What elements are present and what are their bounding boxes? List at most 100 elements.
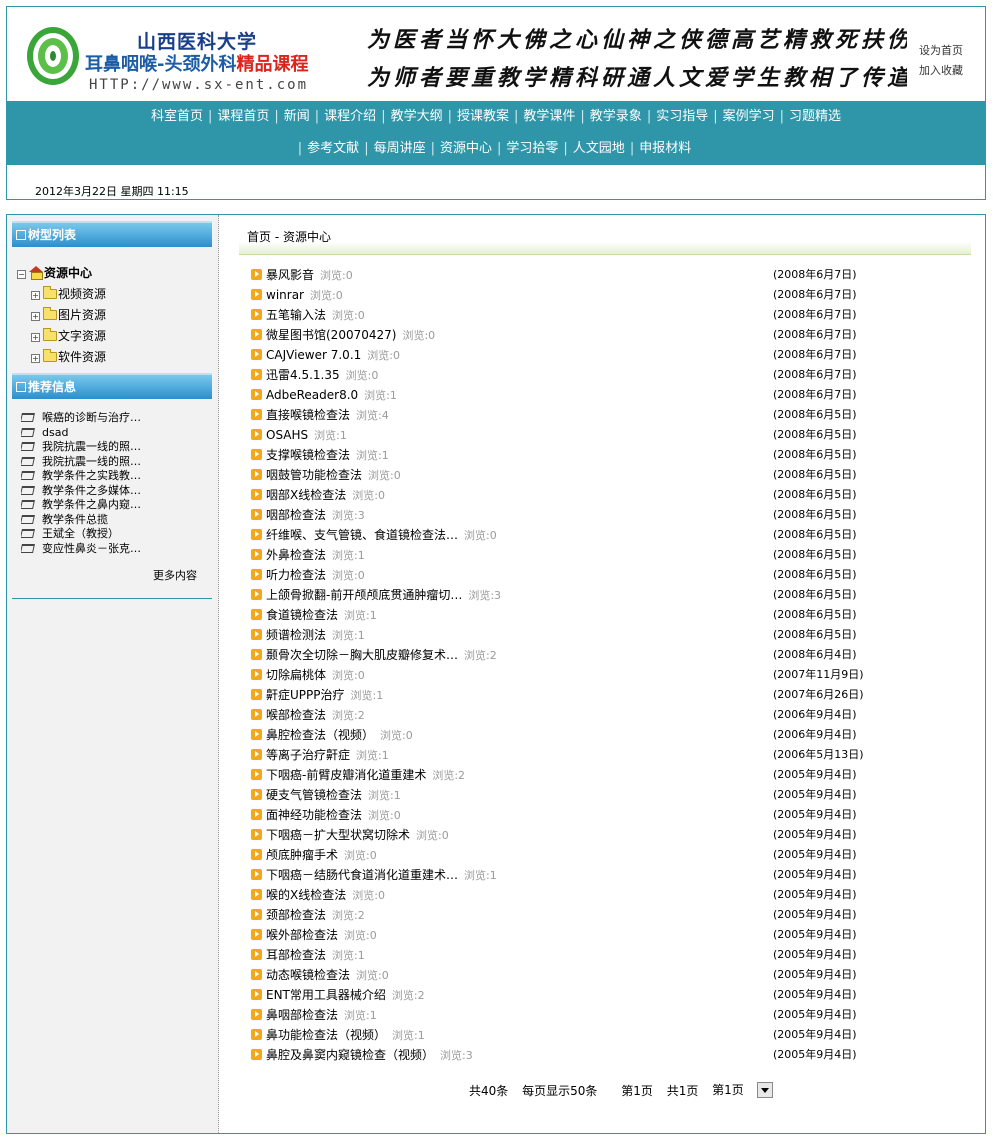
resource-title-link[interactable]: 切除扁桃体 xyxy=(266,668,326,682)
recommend-item-label[interactable]: 王斌全（教授） xyxy=(42,527,119,540)
add-favorite-link[interactable]: 加入收藏 xyxy=(919,61,981,81)
nav-item[interactable]: 申报材料 xyxy=(635,141,695,156)
nav-item[interactable]: 授课教案 xyxy=(453,109,513,124)
tree-item[interactable]: + 文字资源 xyxy=(17,326,106,347)
resource-title-link[interactable]: 颅底肿瘤手术 xyxy=(266,848,338,862)
tree-item[interactable]: + 视频资源 xyxy=(17,284,106,305)
more-content-link[interactable]: 更多内容 xyxy=(153,567,197,583)
resource-title-link[interactable]: 面神经功能检查法 xyxy=(266,808,362,822)
resource-title-link[interactable]: 咽部X线检查法 xyxy=(266,488,346,502)
resource-title-link[interactable]: ENT常用工具器械介绍 xyxy=(266,988,386,1002)
chevron-down-icon[interactable] xyxy=(756,1082,773,1098)
recommend-item-label[interactable]: 教学条件之鼻内窥… xyxy=(42,498,141,511)
nav-item[interactable]: 科室首页 xyxy=(147,109,207,124)
resource-title-link[interactable]: 咽鼓管功能检查法 xyxy=(266,468,362,482)
resource-title-link[interactable]: 下咽癌－扩大型状窝切除术 xyxy=(266,828,410,842)
resource-title-link[interactable]: 微星图书馆(20070427) xyxy=(266,328,396,342)
expand-icon[interactable]: + xyxy=(31,333,40,342)
expand-icon[interactable]: + xyxy=(31,312,40,321)
tree-item-label[interactable]: 文字资源 xyxy=(58,329,106,343)
resource-title-link[interactable]: 下咽癌－结肠代食道消化道重建术… xyxy=(266,868,458,882)
resource-title-link[interactable]: 暴风影音 xyxy=(266,268,314,282)
expand-icon[interactable]: + xyxy=(31,354,40,363)
resource-title-link[interactable]: 迅雷4.5.1.35 xyxy=(266,368,340,382)
recommend-item[interactable]: 变应性鼻炎－张克… xyxy=(21,542,211,557)
resource-title-link[interactable]: 食道镜检查法 xyxy=(266,608,338,622)
recommend-item-label[interactable]: 教学条件之多媒体… xyxy=(42,484,141,497)
resource-title-link[interactable]: 五笔输入法 xyxy=(266,308,326,322)
nav-item[interactable]: 人文园地 xyxy=(569,141,629,156)
nav-item[interactable]: 实习指导 xyxy=(652,109,712,124)
resource-title-link[interactable]: 喉部检查法 xyxy=(266,708,326,722)
recommend-item[interactable]: 王斌全（教授） xyxy=(21,527,211,542)
resource-title-link[interactable]: 直接喉镜检查法 xyxy=(266,408,350,422)
resource-title-link[interactable]: 鼻功能检查法（视频） xyxy=(266,1028,386,1042)
nav-item[interactable]: 习题精选 xyxy=(785,109,845,124)
resource-title-link[interactable]: 颈部检查法 xyxy=(266,908,326,922)
resource-title-link[interactable]: 听力检查法 xyxy=(266,568,326,582)
resource-title-link[interactable]: 耳部检查法 xyxy=(266,948,326,962)
tree-root-label[interactable]: 资源中心 xyxy=(44,266,92,280)
tree-item-label[interactable]: 视频资源 xyxy=(58,287,106,301)
resource-title-link[interactable]: 支撑喉镜检查法 xyxy=(266,448,350,462)
recommend-item-label[interactable]: 教学条件总揽 xyxy=(42,513,108,526)
expand-icon[interactable]: + xyxy=(31,291,40,300)
nav-item[interactable]: 资源中心 xyxy=(436,141,496,156)
site-logo[interactable]: 山西医科大学 耳鼻咽喉-头颈外科精品课程 HTTP://www.sx-ent.c… xyxy=(19,19,319,101)
resource-title-link[interactable]: winrar xyxy=(266,288,304,302)
recommend-item-label[interactable]: 我院抗震一线的照… xyxy=(42,440,141,453)
set-homepage-link[interactable]: 设为首页 xyxy=(919,41,981,61)
resource-title-link[interactable]: 纤维喉、支气管镜、食道镜检查法… xyxy=(266,528,458,542)
resource-title-link[interactable]: 动态喉镜检查法 xyxy=(266,968,350,982)
tree-root[interactable]: − 资源中心 xyxy=(17,263,106,284)
nav-item[interactable]: 参考文献 xyxy=(303,141,363,156)
recommend-item[interactable]: 教学条件之实践教… xyxy=(21,469,211,484)
resource-title-link[interactable]: 等离子治疗鼾症 xyxy=(266,748,350,762)
resource-row: 下咽癌－结肠代食道消化道重建术… 浏览:1 (2005年9月4日) xyxy=(251,865,971,885)
nav-item[interactable]: 教学课件 xyxy=(519,109,579,124)
resource-title-link[interactable]: 鼻咽部检查法 xyxy=(266,1008,338,1022)
resource-title-link[interactable]: 外鼻检查法 xyxy=(266,548,326,562)
recommend-item[interactable]: 我院抗震一线的照… xyxy=(21,440,211,455)
nav-item[interactable]: 教学大纲 xyxy=(387,109,447,124)
nav-item[interactable]: 课程首页 xyxy=(213,109,273,124)
nav-item[interactable]: 新闻 xyxy=(280,109,314,124)
tree-item-label[interactable]: 软件资源 xyxy=(58,350,106,364)
resource-title-link[interactable]: 鼻腔及鼻窦内窥镜检查（视频） xyxy=(266,1048,434,1062)
resource-title-link[interactable]: 鼻腔检查法（视频） xyxy=(266,728,374,742)
tree-item[interactable]: + 软件资源 xyxy=(17,347,106,368)
resource-title-link[interactable]: 频谱检测法 xyxy=(266,628,326,642)
resource-title-link[interactable]: 鼾症UPPP治疗 xyxy=(266,688,345,702)
page-select[interactable]: 第1页 xyxy=(712,1081,783,1099)
recommend-item[interactable]: 教学条件之鼻内窥… xyxy=(21,498,211,513)
nav-item[interactable]: 教学录象 xyxy=(586,109,646,124)
nav-item[interactable]: 学习拾零 xyxy=(502,141,562,156)
recommend-item[interactable]: 教学条件总揽 xyxy=(21,513,211,528)
nav-item[interactable]: 课程介绍 xyxy=(320,109,380,124)
resource-title-link[interactable]: 喉外部检查法 xyxy=(266,928,338,942)
resource-title-link[interactable]: AdbeReader8.0 xyxy=(266,388,358,402)
recommend-item[interactable]: dsad xyxy=(21,426,211,441)
collapse-icon[interactable]: − xyxy=(17,270,26,279)
recommend-item[interactable]: 教学条件之多媒体… xyxy=(21,484,211,499)
resource-title-link[interactable]: OSAHS xyxy=(266,428,308,442)
page-select-value[interactable]: 第1页 xyxy=(712,1083,744,1097)
tree-item[interactable]: + 图片资源 xyxy=(17,305,106,326)
resource-title-link[interactable]: 咽部检查法 xyxy=(266,508,326,522)
recommend-item-label[interactable]: 教学条件之实践教… xyxy=(42,469,141,482)
resource-title-link[interactable]: 喉的X线检查法 xyxy=(266,888,346,902)
recommend-item[interactable]: 我院抗震一线的照… xyxy=(21,455,211,470)
recommend-item-label[interactable]: 变应性鼻炎－张克… xyxy=(42,542,141,555)
recommend-item-label[interactable]: dsad xyxy=(42,426,68,439)
nav-item[interactable]: 每周讲座 xyxy=(370,141,430,156)
resource-title-link[interactable]: 硬支气管镜检查法 xyxy=(266,788,362,802)
recommend-item-label[interactable]: 我院抗震一线的照… xyxy=(42,455,141,468)
tree-item-label[interactable]: 图片资源 xyxy=(58,308,106,322)
resource-title-link[interactable]: 下咽癌-前臂皮瓣消化道重建术 xyxy=(266,768,426,782)
nav-item[interactable]: 案例学习 xyxy=(719,109,779,124)
recommend-item-label[interactable]: 喉癌的诊断与治疗… xyxy=(42,411,141,424)
resource-title-link[interactable]: 上颌骨掀翻-前开颅颅底贯通肿瘤切… xyxy=(266,588,462,602)
resource-title-link[interactable]: CAJViewer 7.0.1 xyxy=(266,348,361,362)
recommend-item[interactable]: 喉癌的诊断与治疗… xyxy=(21,411,211,426)
resource-title-link[interactable]: 颞骨次全切除－胸大肌皮瓣修复术… xyxy=(266,648,458,662)
